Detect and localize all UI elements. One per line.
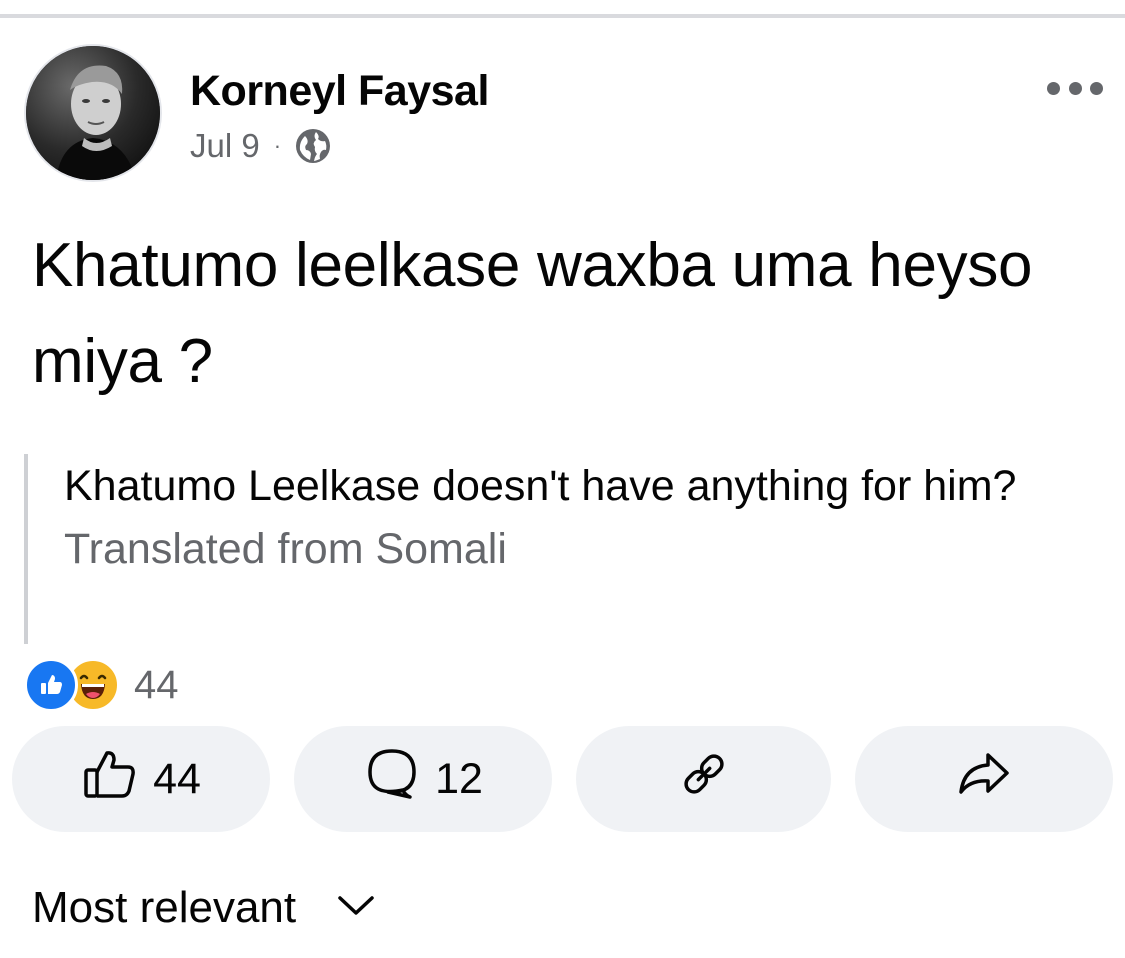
post-text: Khatumo leelkase waxba uma heyso miya ? xyxy=(32,231,1033,396)
more-dot-icon xyxy=(1068,81,1082,95)
thumbs-up-icon xyxy=(81,745,139,814)
like-button[interactable]: 44 xyxy=(12,726,270,832)
translation-block: Khatumo Leelkase doesn't have anything f… xyxy=(24,454,1084,644)
comment-button[interactable]: 12 xyxy=(294,726,552,832)
more-options-button[interactable] xyxy=(1047,74,1103,102)
top-divider xyxy=(0,14,1125,18)
avatar-photo xyxy=(26,46,160,180)
comment-count: 12 xyxy=(435,754,483,803)
post-meta: Jul 9 · xyxy=(190,124,331,168)
translation-text: Khatumo Leelkase doesn't have anything f… xyxy=(64,462,1017,510)
avatar[interactable] xyxy=(24,44,162,182)
meta-separator: · xyxy=(273,133,282,158)
share-button[interactable] xyxy=(855,726,1113,832)
like-count: 44 xyxy=(153,754,201,803)
reaction-count: 44 xyxy=(134,662,179,707)
author-name[interactable]: Korneyl Faysal xyxy=(190,66,489,116)
comment-icon xyxy=(363,745,421,814)
like-reaction-icon xyxy=(24,658,78,712)
comment-sort-dropdown[interactable]: Most relevant xyxy=(32,878,376,938)
share-icon xyxy=(955,745,1013,814)
link-icon xyxy=(677,747,731,812)
globe-icon[interactable] xyxy=(295,128,331,164)
more-dot-icon xyxy=(1090,81,1103,95)
more-dot-icon xyxy=(1047,81,1060,95)
translation-note[interactable]: Translated from Somali xyxy=(64,521,1084,577)
copy-link-button[interactable] xyxy=(576,726,831,832)
sort-label: Most relevant xyxy=(32,883,297,932)
reactions-summary[interactable]: 44 xyxy=(24,658,179,712)
post-date[interactable]: Jul 9 xyxy=(190,127,260,165)
chevron-down-icon xyxy=(336,894,376,923)
